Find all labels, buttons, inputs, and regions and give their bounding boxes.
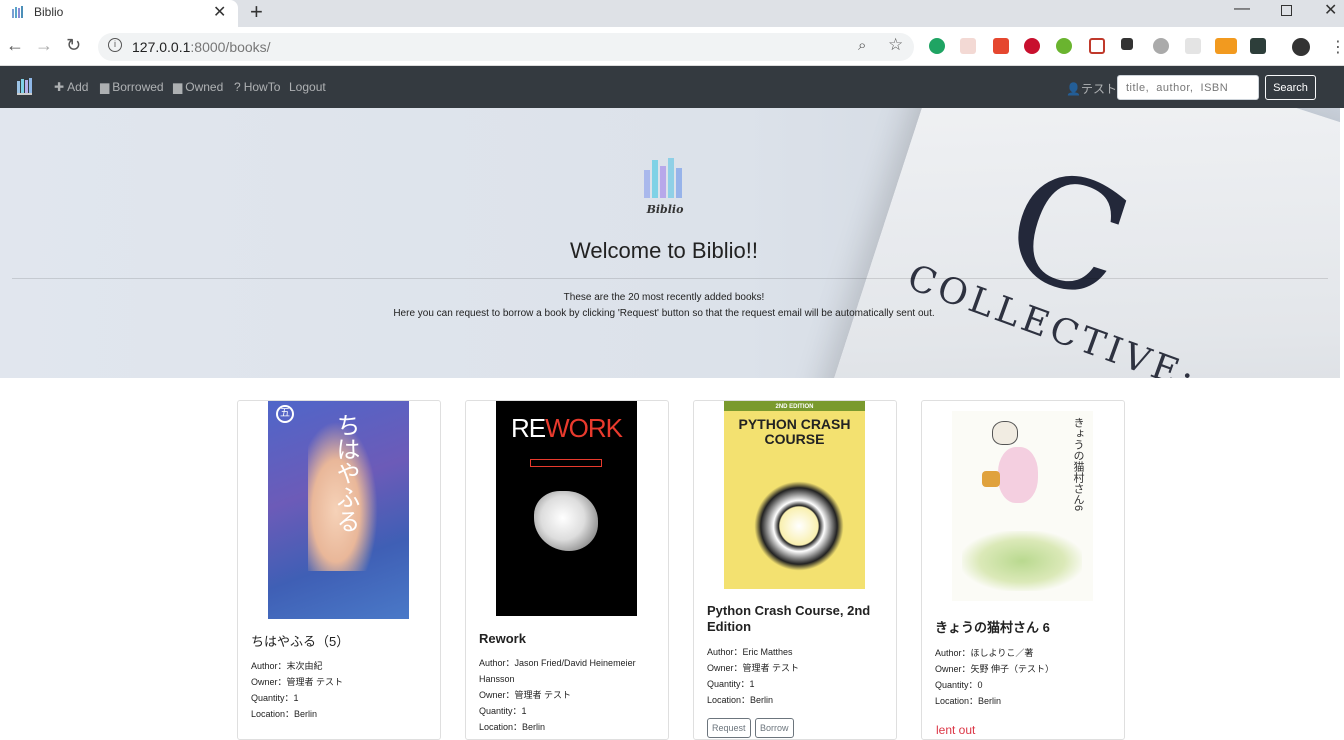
window-minimize-button[interactable]: —: [1234, 0, 1250, 18]
book-card: 五 ちはやふる ちはやふる（5） Author：末次由紀 Owner：管理者 テ…: [237, 400, 441, 740]
book-icon: ▆: [173, 80, 183, 94]
site-info-icon[interactable]: i: [108, 38, 122, 52]
book-quantity: Quantity：1: [707, 679, 755, 689]
book-location: Location：Berlin: [935, 696, 1002, 706]
new-tab-button[interactable]: +: [250, 0, 263, 24]
extension-pocket-icon[interactable]: [1089, 38, 1105, 54]
book-quantity: Quantity：0: [935, 680, 983, 690]
extension-abp-icon[interactable]: [1024, 38, 1040, 54]
book-author: Author：Eric Matthes: [707, 647, 793, 657]
browser-tabstrip: Biblio ✕ + — ✕: [0, 0, 1344, 27]
zoom-icon[interactable]: ⌕: [858, 37, 866, 54]
hero-jumbotron: C COLLECTIVE: Biblio Welcome to Biblio!!…: [0, 108, 1340, 378]
nav-logout-link[interactable]: Logout: [289, 80, 326, 94]
book-owner: Owner：管理者 テスト: [479, 690, 572, 700]
borrow-button[interactable]: Borrow: [755, 718, 794, 738]
book-location: Location：Berlin: [251, 709, 318, 719]
book-quantity: Quantity：1: [479, 706, 527, 716]
extension-blank-icon[interactable]: [1185, 38, 1201, 54]
user-icon: 👤: [1066, 82, 1081, 96]
extension-photo-icon[interactable]: [1250, 38, 1266, 54]
book-cover-image[interactable]: REWORK: [496, 401, 637, 616]
browser-tab[interactable]: Biblio ✕: [0, 0, 238, 27]
nav-owned-link[interactable]: ▆ Owned: [173, 80, 223, 94]
book-title[interactable]: ちはやふる（5）: [251, 634, 431, 650]
search-button[interactable]: Search: [1265, 75, 1316, 100]
logo-wordmark: Biblio: [646, 203, 684, 216]
back-arrow-icon[interactable]: ←: [6, 35, 24, 56]
search-input[interactable]: [1117, 75, 1259, 100]
extension-eyedropper-icon[interactable]: [1121, 38, 1133, 50]
forward-arrow-icon[interactable]: →: [35, 35, 53, 56]
question-icon: ?: [234, 80, 241, 94]
request-button[interactable]: Request: [707, 718, 751, 738]
biblio-logo-icon: Biblio: [644, 158, 684, 216]
book-author: Author：末次由紀: [251, 661, 323, 671]
nav-add-link[interactable]: ✚ Add: [54, 80, 88, 94]
nav-user-link[interactable]: 👤テスト: [1066, 80, 1117, 97]
book-cover-image[interactable]: 五 ちはやふる: [268, 401, 409, 619]
book-location: Location：Berlin: [707, 695, 774, 705]
book-title[interactable]: Rework: [479, 631, 659, 647]
profile-avatar[interactable]: [1292, 38, 1310, 56]
book-card: きょうの猫村さん6 きょうの猫村さん 6 Author：ほしよりこ／著 Owne…: [921, 400, 1125, 740]
book-card: REWORK Rework Author：Jason Fried/David H…: [465, 400, 669, 740]
plus-icon: ✚: [54, 80, 65, 94]
hero-subtitle-line2: Here you can request to borrow a book by…: [393, 308, 935, 319]
book-icon: ▆: [100, 80, 110, 94]
book-title[interactable]: きょうの猫村さん 6: [935, 620, 1115, 636]
book-owner: Owner：管理者 テスト: [251, 677, 344, 687]
book-author: Author：Jason Fried/David Heinemeier Hans…: [479, 658, 636, 684]
nav-borrowed-link[interactable]: ▆ Borrowed: [100, 80, 164, 94]
tab-close-icon[interactable]: ✕: [213, 2, 226, 22]
extension-new-icon[interactable]: [1215, 38, 1237, 54]
bookmark-star-icon[interactable]: ☆: [888, 35, 903, 55]
extension-gear-icon[interactable]: [1153, 38, 1169, 54]
book-owner: Owner：矢野 伸子（テスト）: [935, 664, 1055, 674]
page-title: Welcome to Biblio!!: [570, 238, 758, 263]
book-quantity: Quantity：1: [251, 693, 299, 703]
tab-title: Biblio: [34, 5, 64, 19]
book-cover-image[interactable]: 2ND EDITION PYTHON CRASH COURSE: [724, 401, 865, 589]
hero-subtitle-line1: These are the 20 most recently added boo…: [563, 292, 765, 303]
book-owner: Owner：管理者 テスト: [707, 663, 800, 673]
extension-gif-icon[interactable]: [960, 38, 976, 54]
nav-howto-link[interactable]: ? HowTo: [234, 80, 280, 94]
book-author: Author：ほしよりこ／著: [935, 648, 1034, 658]
biblio-favicon-icon: [12, 6, 23, 18]
window-maximize-button[interactable]: [1281, 5, 1292, 16]
extension-plus-icon[interactable]: [1056, 38, 1072, 54]
book-title[interactable]: Python Crash Course, 2nd Edition: [707, 603, 887, 635]
browser-menu-icon[interactable]: ⋮: [1330, 37, 1344, 57]
extension-evernote-icon[interactable]: [929, 38, 945, 54]
book-card: 2ND EDITION PYTHON CRASH COURSE Python C…: [693, 400, 897, 740]
app-navbar: ✚ Add ▆ Borrowed ▆ Owned ? HowTo Logout 👤テスト…: [0, 66, 1344, 108]
book-cover-image[interactable]: きょうの猫村さん6: [952, 411, 1093, 601]
book-location: Location：Berlin: [479, 722, 546, 732]
window-close-button[interactable]: ✕: [1324, 0, 1337, 20]
reload-icon[interactable]: ↻: [66, 35, 81, 56]
browser-toolbar: ← → ↻ i 127.0.0.1:8000/books/ ⌕ ☆: [0, 27, 1344, 66]
address-bar[interactable]: i 127.0.0.1:8000/books/ ⌕ ☆: [98, 33, 914, 61]
url-text[interactable]: 127.0.0.1:8000/books/: [132, 39, 271, 55]
hero-divider: [12, 278, 1328, 279]
lent-out-status: lent out: [936, 723, 976, 737]
biblio-brand-logo-icon[interactable]: [16, 76, 34, 96]
extension-p-icon[interactable]: [993, 38, 1009, 54]
